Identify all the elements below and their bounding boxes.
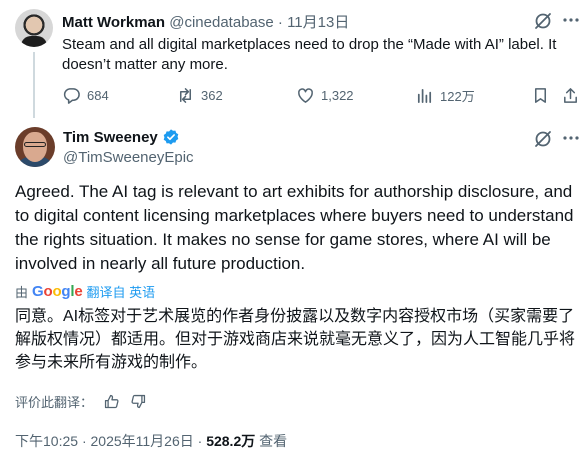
- more-icon[interactable]: [561, 128, 581, 148]
- grok-icon[interactable]: [533, 11, 553, 31]
- views-count: 528.2万: [206, 433, 256, 449]
- rate-translation: 评价此翻译：: [15, 392, 147, 411]
- views-count: 122万: [440, 89, 475, 104]
- bookmark-icon[interactable]: [531, 86, 550, 105]
- retweet-button[interactable]: 362: [176, 86, 223, 105]
- separator: ·: [277, 14, 283, 31]
- reply-count: 684: [87, 88, 109, 103]
- rate-translation-label: 评价此翻译：: [15, 395, 94, 410]
- show-original-link[interactable]: 翻译自 英语: [87, 282, 156, 301]
- reply-button[interactable]: 684: [62, 86, 109, 105]
- thread-line: [33, 52, 35, 118]
- google-logo: Google: [32, 283, 83, 300]
- translated-text: 同意。AI标签对于艺术展览的作者身份披露以及数字内容授权市场（买家需要了解版权情…: [15, 308, 576, 371]
- share-icon[interactable]: [561, 86, 580, 105]
- like-button[interactable]: 1,322: [296, 86, 354, 105]
- heart-icon: [296, 86, 315, 105]
- author-handle[interactable]: @cinedatabase: [169, 14, 273, 31]
- tweet-date[interactable]: 2025年11月26日: [91, 433, 194, 449]
- verified-badge-icon[interactable]: [162, 128, 180, 146]
- avatar[interactable]: [15, 127, 55, 167]
- separator: ·: [197, 433, 203, 449]
- tweet-meta: 下午10:25 · 2025年11月26日 · 528.2万 查看: [15, 431, 287, 451]
- thumbs-down-icon[interactable]: [130, 393, 147, 410]
- retweet-icon: [176, 86, 195, 105]
- thumbs-up-icon[interactable]: [103, 393, 120, 410]
- views-label: 查看: [259, 433, 288, 449]
- views-button[interactable]: 122万: [415, 86, 475, 105]
- author-name-row: Tim Sweeney: [63, 128, 180, 146]
- tweet-text: Agreed. The AI tag is relevant to art ex…: [15, 182, 574, 273]
- parent-tweet[interactable]: Matt Workman @cinedatabase · 11月13日 Stea…: [0, 0, 586, 118]
- translation-by-label: 由: [15, 285, 29, 300]
- author-name[interactable]: Matt Workman: [62, 14, 165, 31]
- more-icon[interactable]: [561, 10, 581, 30]
- action-bar: 684 362 1,322 122万: [62, 86, 582, 106]
- tweet-text: Steam and all digital marketplaces need …: [62, 36, 557, 73]
- author-name[interactable]: Tim Sweeney: [63, 129, 158, 146]
- tweet-time[interactable]: 下午10:25: [15, 433, 78, 449]
- tweet-date[interactable]: 11月13日: [287, 14, 349, 31]
- parent-tweet-header: Matt Workman @cinedatabase · 11月13日: [62, 11, 349, 32]
- translation-bar: 由 Google 翻译自 英语: [15, 282, 155, 301]
- like-count: 1,322: [321, 88, 354, 103]
- separator: ·: [81, 433, 87, 449]
- avatar[interactable]: [15, 9, 53, 47]
- grok-icon[interactable]: [533, 129, 553, 149]
- author-handle[interactable]: @TimSweeneyEpic: [63, 149, 194, 166]
- reply-icon: [62, 86, 81, 105]
- bar-chart-icon: [415, 86, 434, 105]
- retweet-count: 362: [201, 88, 223, 103]
